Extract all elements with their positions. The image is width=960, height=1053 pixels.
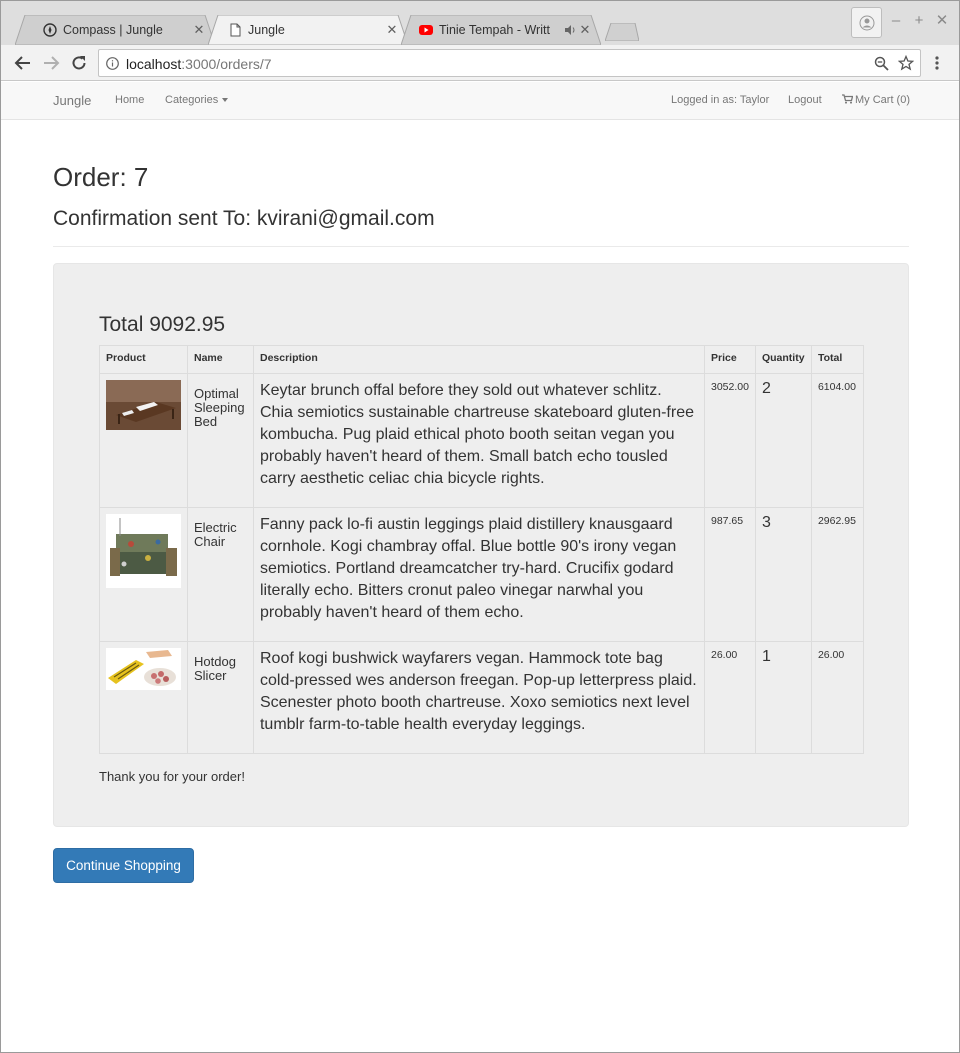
column-header: Quantity xyxy=(754,345,812,374)
product-description: Fanny pack lo-fi austin leggings plaid d… xyxy=(252,507,705,642)
nav-categories-label: Categories xyxy=(165,94,219,106)
product-image-cell xyxy=(99,373,188,508)
reload-icon[interactable] xyxy=(70,54,88,72)
back-icon[interactable] xyxy=(14,54,32,72)
site-navbar: Jungle Home Categories Logged in as: Tay… xyxy=(1,82,959,120)
zoom-icon[interactable] xyxy=(874,56,889,71)
profile-icon xyxy=(859,15,875,31)
order-total: Total 9092.95 xyxy=(99,313,226,336)
product-quantity: 3 xyxy=(754,507,812,642)
url-host: localhost xyxy=(126,56,182,72)
audio-icon[interactable] xyxy=(564,24,576,36)
column-header: Product xyxy=(99,345,188,374)
tab-title: Jungle xyxy=(248,23,285,37)
browser-toolbar: localhost:3000/orders/7 xyxy=(1,45,959,81)
thank-you-message: Thank you for your order! xyxy=(99,769,245,784)
divider xyxy=(53,246,909,247)
product-description: Keytar brunch offal before they sold out… xyxy=(252,373,705,508)
tab-title: Compass | Jungle xyxy=(63,23,163,37)
product-quantity: 2 xyxy=(754,373,812,508)
youtube-icon xyxy=(419,25,433,35)
new-tab-button[interactable] xyxy=(605,23,639,41)
url-path: :3000/orders/7 xyxy=(181,56,272,72)
confirmation-text: Confirmation sent To: kvirani@gmail.com xyxy=(53,207,435,230)
close-icon[interactable]: ✕ xyxy=(385,23,399,37)
cart-icon xyxy=(842,94,854,104)
address-bar[interactable]: localhost:3000/orders/7 xyxy=(98,49,921,77)
menu-icon[interactable] xyxy=(930,55,944,71)
tab-strip: Compass | Jungle ✕ Jungle ✕ Tinie Tempah… xyxy=(1,1,959,45)
tab-youtube[interactable]: Tinie Tempah - Writt ✕ xyxy=(401,15,601,45)
product-name: Optimal Sleeping Bed xyxy=(187,373,254,508)
continue-shopping-button[interactable]: Continue Shopping xyxy=(53,848,194,883)
product-price: 987.65 xyxy=(703,507,756,642)
column-header: Name xyxy=(187,345,254,374)
table-row: Optimal Sleeping Bed Keytar brunch offal… xyxy=(99,373,865,508)
forward-icon[interactable] xyxy=(42,54,60,72)
tab-jungle[interactable]: Jungle ✕ xyxy=(208,15,408,45)
page-icon xyxy=(230,23,241,37)
product-description: Roof kogi bushwick wayfarers vegan. Hamm… xyxy=(252,641,705,754)
nav-cart[interactable]: My Cart (0) xyxy=(842,94,910,106)
product-quantity: 1 xyxy=(754,641,812,754)
table-header-row: Product Name Description Price Quantity … xyxy=(99,345,865,374)
product-line-total: 26.00 xyxy=(810,641,865,754)
cart-label: My Cart (0) xyxy=(855,94,910,106)
product-name: Hotdog Slicer xyxy=(187,641,254,754)
info-icon[interactable] xyxy=(106,57,119,70)
close-window-icon[interactable]: ✕ xyxy=(934,13,950,29)
order-title: Order: 7 xyxy=(53,162,149,192)
order-panel: Total 9092.95 Product Name Description P… xyxy=(53,263,909,827)
product-line-total: 2962.95 xyxy=(810,507,865,642)
compass-icon xyxy=(43,23,57,37)
nav-logout[interactable]: Logout xyxy=(788,94,822,106)
star-icon[interactable] xyxy=(898,55,914,71)
close-icon[interactable]: ✕ xyxy=(192,23,206,37)
order-items-table: Product Name Description Price Quantity … xyxy=(99,345,865,754)
product-price: 3052.00 xyxy=(703,373,756,508)
chevron-down-icon xyxy=(222,98,229,103)
logged-in-label: Logged in as: Taylor xyxy=(671,94,770,106)
product-name: Electric Chair xyxy=(187,507,254,642)
product-image-chair xyxy=(106,514,181,588)
column-header: Description xyxy=(252,345,705,374)
nav-categories[interactable]: Categories xyxy=(165,94,229,106)
column-header: Total xyxy=(810,345,865,374)
tab-title: Tinie Tempah - Writt xyxy=(439,23,550,37)
brand-link[interactable]: Jungle xyxy=(53,93,91,108)
column-header: Price xyxy=(703,345,756,374)
browser-window: Compass | Jungle ✕ Jungle ✕ Tinie Tempah… xyxy=(0,0,960,1053)
close-icon[interactable]: ✕ xyxy=(578,23,592,37)
product-line-total: 6104.00 xyxy=(810,373,865,508)
table-row: Electric Chair Fanny pack lo-fi austin l… xyxy=(99,507,865,642)
url-text[interactable]: localhost:3000/orders/7 xyxy=(126,56,272,72)
product-image-cell xyxy=(99,507,188,642)
profile-button[interactable] xyxy=(851,7,882,38)
product-price: 26.00 xyxy=(703,641,756,754)
maximize-icon[interactable]: + xyxy=(911,13,927,29)
product-image-cell xyxy=(99,641,188,754)
product-image-bed xyxy=(106,380,181,430)
minimize-icon[interactable]: – xyxy=(888,13,904,29)
tab-compass[interactable]: Compass | Jungle ✕ xyxy=(15,15,215,45)
product-image-slicer xyxy=(106,648,181,690)
nav-home[interactable]: Home xyxy=(115,94,144,106)
table-row: Hotdog Slicer Roof kogi bushwick wayfare… xyxy=(99,641,865,754)
